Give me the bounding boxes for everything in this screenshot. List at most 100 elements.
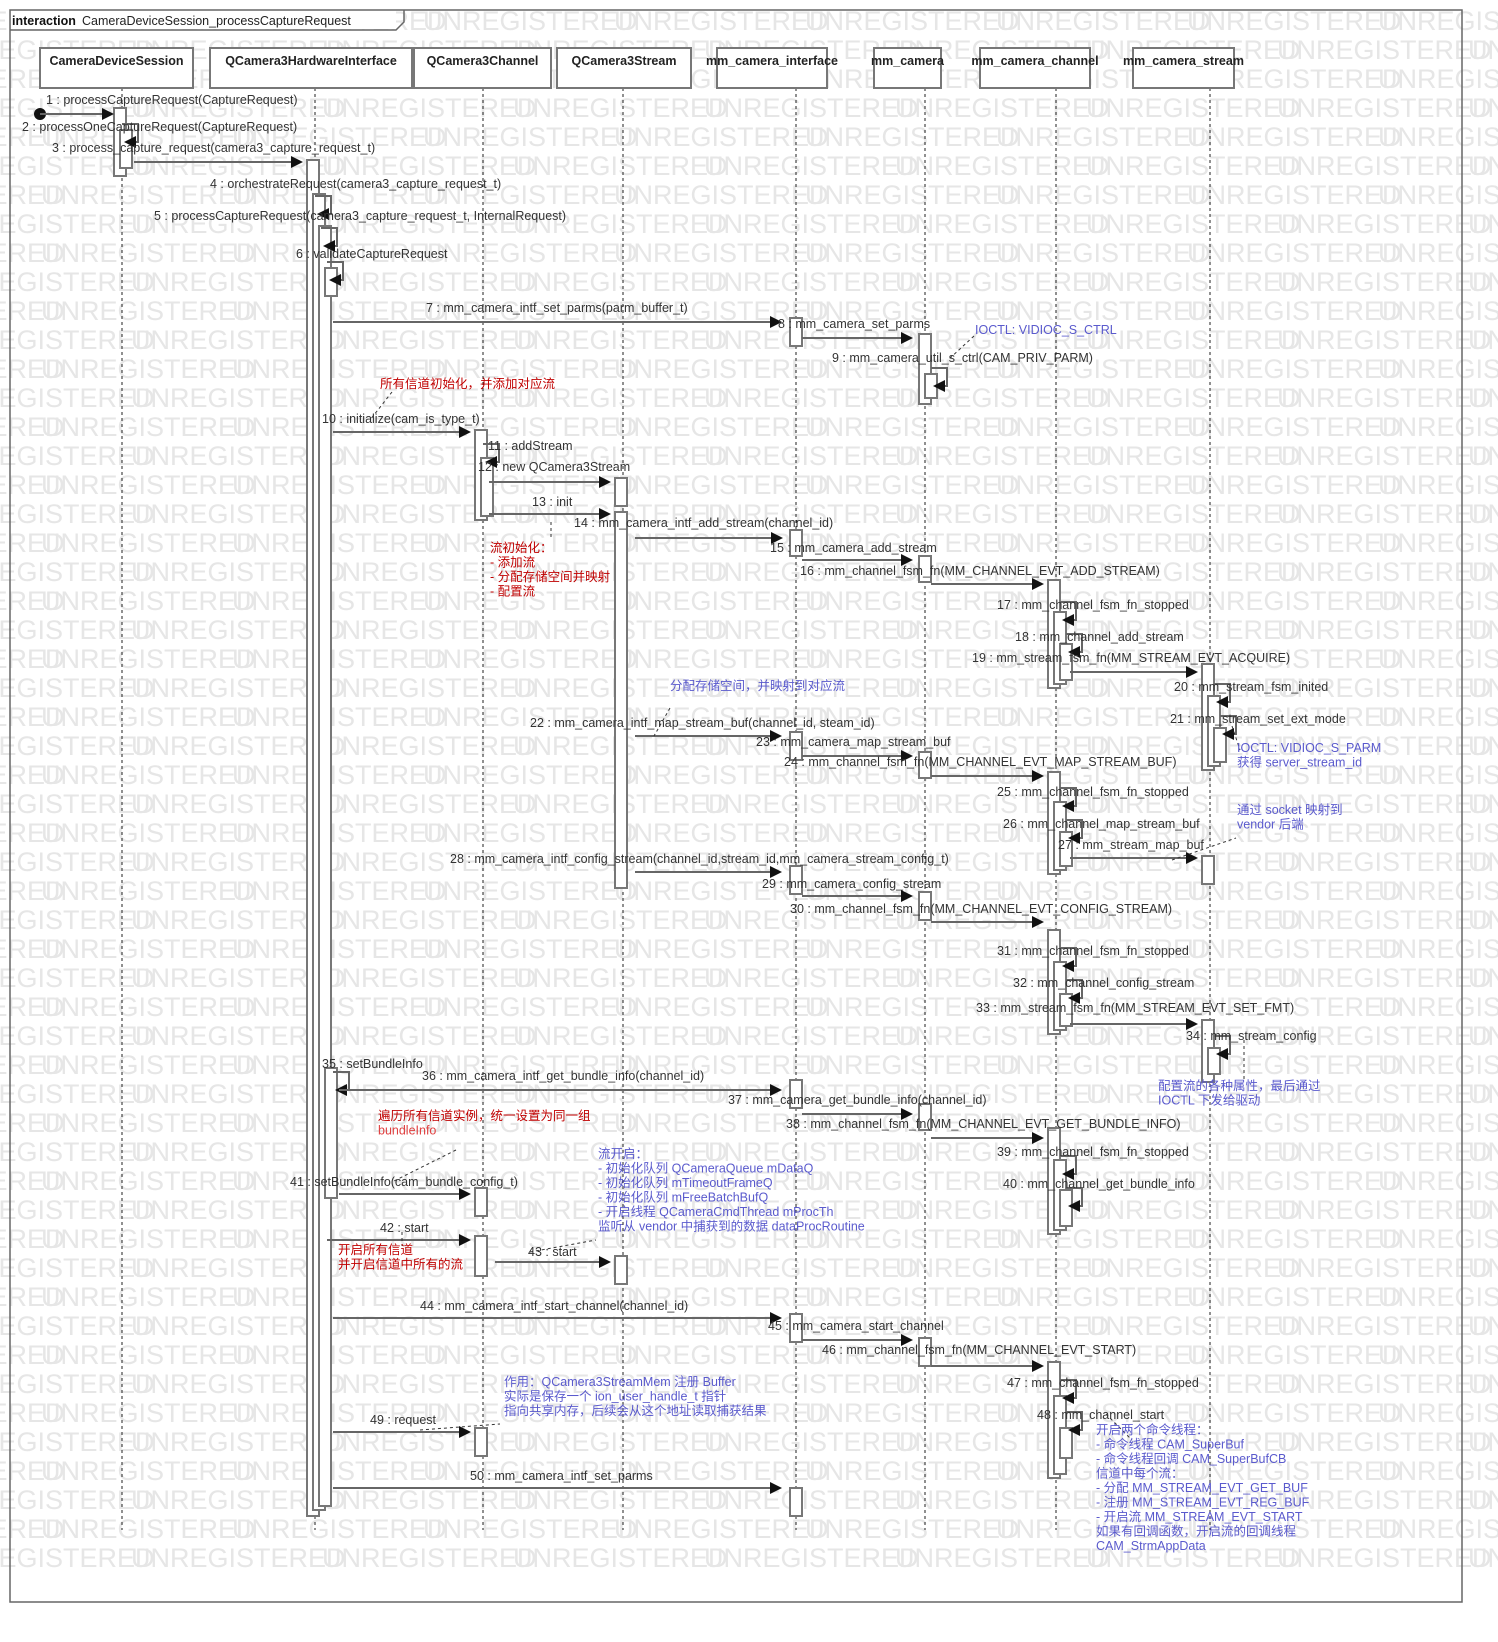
watermark-text: UNREGISTERED	[1277, 209, 1492, 239]
watermark-text: UNREGISTERED	[232, 644, 447, 674]
watermark-text: UNREGISTERED	[1468, 1079, 1498, 1109]
watermark-text: UNREGISTERED	[1277, 441, 1492, 471]
watermark-text: UNREGISTERED	[1086, 1195, 1301, 1225]
message-label: 10 : initialize(cam_is_type_t)	[322, 412, 480, 426]
watermark-text: UNREGISTERED	[996, 528, 1211, 558]
note-line: 指向共享内存，后续会从这个地址读取捕获结果	[504, 1403, 767, 1418]
watermark-text: UNREGISTERED	[1187, 1398, 1402, 1428]
watermark-text: UNREGISTERED	[1378, 412, 1498, 442]
watermark-text: UNREGISTERED	[704, 1369, 919, 1399]
message-label: 11 : addStream	[488, 439, 573, 453]
watermark-text: UNREGISTERED	[1378, 1050, 1498, 1080]
watermark-text: UNREGISTERED	[423, 760, 638, 790]
watermark-text: UNREGISTERED	[41, 1224, 256, 1254]
note-line: - 添加流	[490, 556, 536, 570]
note-line: - 开启线程 QCameraCmdThread mProcTh	[598, 1204, 834, 1219]
watermark-text: UNREGISTERED	[1378, 876, 1498, 906]
watermark-text: UNREGISTERED	[1086, 499, 1301, 529]
note-line: 获得 server_stream_id	[1237, 755, 1362, 770]
watermark-text: UNREGISTERED	[1468, 673, 1498, 703]
watermark-text: UNREGISTERED	[895, 209, 1110, 239]
watermark-text: UNREGISTERED	[1378, 238, 1498, 268]
watermark-text: UNREGISTERED	[996, 296, 1211, 326]
message-label: 50 : mm_camera_intf_set_parms	[470, 1469, 653, 1483]
message-label: 18 : mm_channel_add_stream	[1015, 630, 1184, 644]
watermark-text: UNREGISTERED	[513, 325, 728, 355]
watermark-text: UNREGISTERED	[423, 238, 638, 268]
watermark-text: UNREGISTERED	[1187, 1340, 1402, 1370]
watermark-text: UNREGISTERED	[1277, 151, 1492, 181]
watermark-text: UNREGISTERED	[805, 1456, 1020, 1486]
watermark-text: UNREGISTERED	[1378, 1166, 1498, 1196]
message-label: 26 : mm_channel_map_stream_buf	[1003, 817, 1200, 831]
watermark-text: UNREGISTERED	[1378, 934, 1498, 964]
watermark-text: UNREGISTERED	[1277, 905, 1492, 935]
message-label: 44 : mm_camera_intf_start_channel(channe…	[420, 1299, 688, 1313]
watermark-text: UNREGISTERED	[1187, 1224, 1402, 1254]
watermark-text: UNREGISTERED	[1277, 1369, 1492, 1399]
watermark-text: UNREGISTERED	[41, 1282, 256, 1312]
watermark-text: UNREGISTERED	[1277, 35, 1492, 65]
note-line: - 分配存储空间并映射	[490, 569, 610, 584]
watermark-text: UNREGISTERED	[704, 151, 919, 181]
watermark-text: UNREGISTERED	[41, 702, 256, 732]
watermark-text: UNREGISTERED	[805, 122, 1020, 152]
watermark-text: UNREGISTERED	[1187, 876, 1402, 906]
watermark-text: UNREGISTERED	[895, 151, 1110, 181]
watermark-text: UNREGISTERED	[1378, 180, 1498, 210]
watermark-text: UNREGISTERED	[805, 1166, 1020, 1196]
watermark-text: UNREGISTERED	[1468, 963, 1498, 993]
lifeline-name: CameraDeviceSession	[49, 54, 183, 68]
watermark-text: UNREGISTERED	[232, 702, 447, 732]
watermark-text: UNREGISTERED	[704, 441, 919, 471]
watermark-text: UNREGISTERED	[1277, 499, 1492, 529]
watermark-text: UNREGISTERED	[423, 122, 638, 152]
watermark-text: UNREGISTERED	[895, 673, 1110, 703]
message-label: 37 : mm_camera_get_bundle_info(channel_i…	[728, 1093, 987, 1107]
watermark-text: UNREGISTERED	[1378, 1340, 1498, 1370]
message-label: 14 : mm_camera_intf_add_stream(channel_i…	[574, 516, 833, 530]
watermark-text: UNREGISTERED	[322, 731, 537, 761]
watermark-text: UNREGISTERED	[1468, 1543, 1498, 1573]
watermark-text: UNREGISTERED	[322, 1485, 537, 1515]
watermark-text: UNREGISTERED	[1277, 383, 1492, 413]
watermark-text: UNREGISTERED	[41, 818, 256, 848]
watermark-text: UNREGISTERED	[1187, 528, 1402, 558]
message-label: 28 : mm_camera_intf_config_stream(channe…	[450, 852, 949, 866]
watermark-text: UNREGISTERED	[322, 789, 537, 819]
watermark-text: UNREGISTERED	[1378, 1456, 1498, 1486]
watermark-text: UNREGISTERED	[322, 1079, 537, 1109]
message-label: 38 : mm_channel_fsm_fn(MM_CHANNEL_EVT_GE…	[786, 1117, 1181, 1131]
watermark-text: UNREGISTERED	[1187, 354, 1402, 384]
watermark-text: UNREGISTERED	[1468, 789, 1498, 819]
message-label: 25 : mm_channel_fsm_fn_stopped	[997, 785, 1189, 799]
watermark-text: UNREGISTERED	[704, 209, 919, 239]
note-line: 监听从 vendor 中捕获到的数据 dataProcRoutine	[598, 1219, 865, 1234]
message-label: 4 : orchestrateRequest(camera3_capture_r…	[210, 177, 501, 191]
note-line: - 命令线程回调 CAM_SuperBufCB	[1096, 1451, 1286, 1466]
watermark-text: UNREGISTERED	[805, 238, 1020, 268]
watermark-text: UNREGISTERED	[1378, 818, 1498, 848]
note-line: 分配存储空间，并映射到对应流	[670, 678, 846, 693]
message-label: 6 : validateCaptureRequest	[296, 247, 448, 261]
message-label: 32 : mm_channel_config_stream	[1013, 976, 1194, 990]
watermark-text: UNREGISTERED	[704, 1021, 919, 1051]
watermark-text: UNREGISTERED	[1468, 499, 1498, 529]
watermark-text: UNREGISTERED	[1468, 441, 1498, 471]
note-line: 流初始化：	[490, 541, 553, 555]
watermark-text: UNREGISTERED	[41, 876, 256, 906]
watermark-text: UNREGISTERED	[704, 1543, 919, 1573]
watermark-text: UNREGISTERED	[996, 1282, 1211, 1312]
watermark-text: UNREGISTERED	[1378, 1108, 1498, 1138]
watermark-text: UNREGISTERED	[232, 1514, 447, 1544]
watermark-text: UNREGISTERED	[1086, 209, 1301, 239]
message-label: 12 : new QCamera3Stream	[478, 460, 630, 474]
lifeline-name: QCamera3Channel	[427, 54, 539, 68]
watermark-text: UNREGISTERED	[805, 1050, 1020, 1080]
watermark-text: UNREGISTERED	[1378, 1282, 1498, 1312]
watermark-text: UNREGISTERED	[232, 1282, 447, 1312]
watermark-text: UNREGISTERED	[41, 1398, 256, 1428]
watermark-text: UNREGISTERED	[1187, 238, 1402, 268]
watermark-text: UNREGISTERED	[1277, 1253, 1492, 1283]
watermark-text: UNREGISTERED	[1277, 1195, 1492, 1225]
